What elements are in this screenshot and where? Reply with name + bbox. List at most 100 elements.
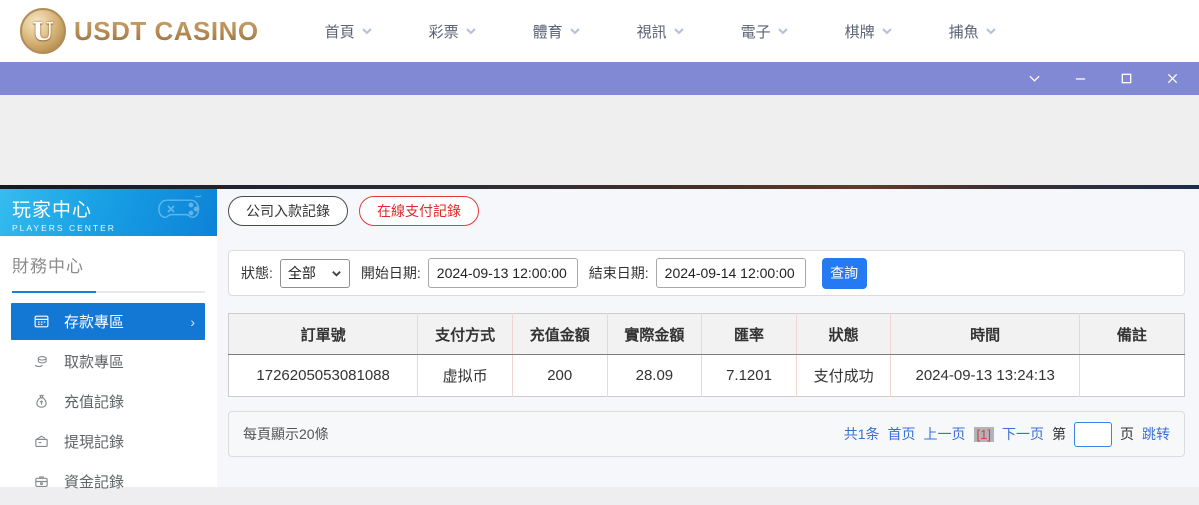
jump-prefix-label: 第 — [1052, 426, 1066, 442]
cell-remarks — [1079, 354, 1185, 397]
sidebar-item-label: 充值記錄 — [64, 394, 125, 411]
section-underline — [12, 291, 205, 293]
records-table: 訂單號 支付方式 充值金額 實際金額 匯率 狀態 時間 備註 172620505… — [228, 313, 1185, 397]
sidebar-item-deposit[interactable]: 存款專區 › — [11, 303, 205, 340]
start-date-label: 開始日期: — [360, 265, 421, 281]
jump-suffix-label: 页 — [1120, 426, 1134, 442]
jump-button[interactable]: 跳转 — [1142, 424, 1170, 444]
sidebar: 玩家中心 PLAYERS CENTER 財務中心 存款專區 › 取款專區 充值記… — [0, 189, 217, 491]
sidebar-item-recharge-record[interactable]: 充值記錄 — [11, 383, 205, 420]
main-nav: 首頁 彩票 體育 視訊 電子 棋牌 捕魚 — [325, 21, 1053, 42]
logo-text: USDT CASINO — [74, 15, 259, 46]
logo-letter: U — [32, 16, 54, 46]
withdraw-icon — [34, 356, 47, 368]
nav-item-lottery[interactable]: 彩票 — [429, 21, 533, 42]
chevron-down-icon — [673, 28, 684, 35]
sidebar-header: 玩家中心 PLAYERS CENTER — [0, 189, 217, 236]
col-status: 狀態 — [796, 313, 892, 355]
chevron-down-icon — [777, 28, 788, 35]
chevron-down-icon — [465, 28, 476, 35]
col-payment-method: 支付方式 — [417, 313, 513, 355]
end-date-label: 結束日期: — [588, 265, 649, 281]
prev-page-link[interactable]: 上一页 — [924, 424, 966, 444]
nav-item-label: 首頁 — [324, 23, 355, 41]
chevron-right-icon: › — [190, 313, 195, 330]
logo[interactable]: U USDT CASINO — [20, 8, 259, 54]
nav-item-label: 捕魚 — [948, 23, 979, 41]
table-header-row: 訂單號 支付方式 充值金額 實際金額 匯率 狀態 時間 備註 — [228, 313, 1185, 355]
tab-company-deposit-record[interactable]: 公司入款記錄 — [228, 196, 348, 226]
chevron-down-icon — [332, 270, 341, 277]
gamepad-icon — [158, 195, 202, 219]
table-row: 1726205053081088 虚拟币 200 28.09 7.1201 支付… — [228, 354, 1185, 397]
sidebar-menu: 存款專區 › 取款專區 充值記錄 提現記錄 資金記錄 — [0, 293, 217, 500]
col-exchange-rate: 匯率 — [701, 313, 797, 355]
chevron-down-icon — [881, 28, 892, 35]
finance-center-label: 財務中心 — [12, 257, 84, 276]
col-remarks: 備註 — [1079, 313, 1185, 355]
sidebar-item-label: 提現記錄 — [64, 434, 125, 451]
cell-exchange-rate: 7.1201 — [701, 354, 797, 397]
nav-item-label: 體育 — [532, 23, 563, 41]
minimize-icon[interactable] — [1067, 70, 1093, 88]
page-size-text: 每頁顯示20條 — [243, 426, 329, 442]
nav-item-home[interactable]: 首頁 — [325, 21, 429, 42]
end-date-input[interactable] — [655, 258, 806, 288]
chevron-down-icon — [569, 28, 580, 35]
purse-icon — [35, 476, 48, 488]
next-page-link[interactable]: 下一页 — [1002, 424, 1044, 444]
window-titlebar — [0, 62, 1199, 95]
current-page-indicator: [1] — [973, 426, 994, 442]
sidebar-item-label: 存款專區 — [64, 314, 125, 331]
chevron-down-icon — [985, 28, 996, 35]
status-select-value: 全部 — [287, 265, 316, 281]
cell-actual-amount: 28.09 — [607, 354, 703, 397]
record-tabs: 公司入款記錄 在線支付記錄 — [228, 196, 1185, 226]
sidebar-item-funds-record[interactable]: 資金記錄 — [11, 463, 205, 500]
col-recharge-amount: 充值金額 — [512, 313, 608, 355]
chevron-down-icon — [361, 28, 372, 35]
finance-section: 財務中心 — [0, 236, 217, 293]
chevron-down-icon[interactable] — [1021, 70, 1047, 88]
status-label: 狀態: — [241, 265, 273, 281]
col-order-number: 訂單號 — [228, 313, 419, 355]
col-actual-amount: 實際金額 — [607, 313, 703, 355]
sidebar-item-label: 資金記錄 — [64, 474, 125, 491]
nav-item-sports[interactable]: 體育 — [533, 21, 637, 42]
cell-status: 支付成功 — [796, 354, 892, 397]
nav-item-slots[interactable]: 電子 — [741, 21, 845, 42]
pagination-controls: 共1条 首页 上一页 [1] 下一页 第 页 跳转 — [843, 421, 1170, 447]
nav-item-label: 棋牌 — [844, 23, 875, 41]
maximize-icon[interactable] — [1113, 70, 1139, 88]
nav-item-cards[interactable]: 棋牌 — [845, 21, 949, 42]
main-panel: 公司入款記錄 在線支付記錄 狀態: 全部 開始日期: 結束日期: 查詢 — [217, 189, 1199, 487]
nav-item-label: 彩票 — [428, 23, 459, 41]
cell-time: 2024-09-13 13:24:13 — [890, 354, 1080, 397]
start-date-input[interactable] — [427, 258, 578, 288]
status-select[interactable]: 全部 — [279, 258, 350, 288]
banner-area — [0, 95, 1199, 185]
tab-online-payment-record[interactable]: 在線支付記錄 — [359, 196, 479, 226]
nav-item-label: 視訊 — [636, 23, 667, 41]
money-bag-icon — [36, 394, 47, 408]
cell-order-number: 1726205053081088 — [228, 354, 419, 397]
deposit-icon — [34, 315, 49, 328]
cell-payment-method: 虚拟币 — [417, 354, 513, 397]
nav-item-live[interactable]: 視訊 — [637, 21, 741, 42]
cell-recharge-amount: 200 — [512, 354, 608, 397]
nav-item-label: 電子 — [740, 23, 771, 41]
page-jump-input[interactable] — [1074, 421, 1112, 447]
first-page-link[interactable]: 首页 — [888, 424, 916, 444]
filter-bar: 狀態: 全部 開始日期: 結束日期: 查詢 — [228, 250, 1185, 296]
sidebar-item-withdraw[interactable]: 取款專區 — [11, 343, 205, 380]
sidebar-item-label: 取款專區 — [64, 354, 125, 371]
total-count-text: 共1条 — [843, 426, 880, 442]
query-button[interactable]: 查詢 — [821, 257, 867, 289]
close-icon[interactable] — [1159, 70, 1185, 88]
logo-coin-icon: U — [20, 8, 66, 54]
app-window: U USDT CASINO 首頁 彩票 體育 視訊 電子 棋牌 捕魚 玩家中心 … — [0, 0, 1199, 505]
col-time: 時間 — [890, 313, 1080, 355]
pagination-bar: 每頁顯示20條 共1条 首页 上一页 [1] 下一页 第 页 跳转 — [228, 411, 1185, 457]
sidebar-item-withdrawal-record[interactable]: 提現記錄 — [11, 423, 205, 460]
nav-item-fishing[interactable]: 捕魚 — [949, 21, 1053, 42]
